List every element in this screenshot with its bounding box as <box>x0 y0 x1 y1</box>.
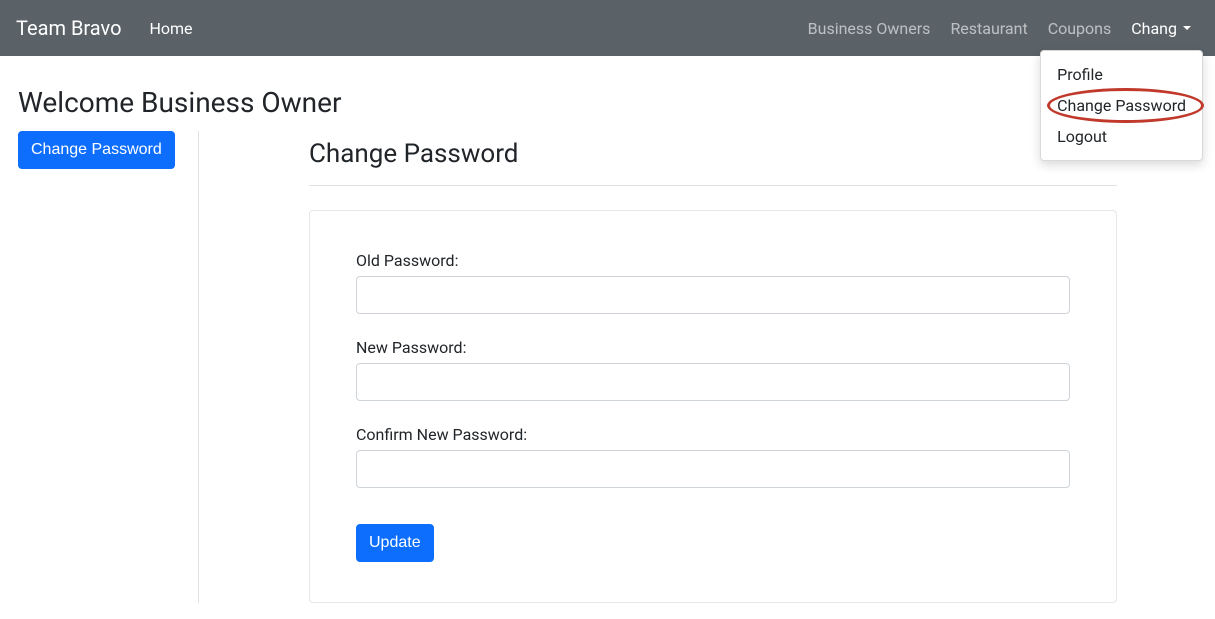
brand-link[interactable]: Team Bravo <box>16 16 121 40</box>
dropdown-profile[interactable]: Profile <box>1041 59 1202 90</box>
new-password-label: New Password: <box>356 338 1070 357</box>
nav-business-owners[interactable]: Business Owners <box>800 11 939 46</box>
form-card: Old Password: New Password: Confirm New … <box>309 210 1117 603</box>
nav-restaurant[interactable]: Restaurant <box>942 11 1035 46</box>
navbar: Team Bravo Home Business Owners Restaura… <box>0 0 1215 56</box>
confirm-password-input[interactable] <box>356 450 1070 488</box>
dropdown-change-password-label: Change Password <box>1057 96 1186 115</box>
layout: Change Password Change Password Old Pass… <box>18 131 1197 603</box>
update-button[interactable]: Update <box>356 524 434 562</box>
old-password-label: Old Password: <box>356 251 1070 270</box>
new-password-input[interactable] <box>356 363 1070 401</box>
sidebar-change-password-button[interactable]: Change Password <box>18 131 175 169</box>
nav-coupons[interactable]: Coupons <box>1040 11 1120 46</box>
form-group-old-password: Old Password: <box>356 251 1070 314</box>
divider <box>309 185 1117 186</box>
sidebar: Change Password <box>18 131 198 603</box>
page-title: Welcome Business Owner <box>18 86 1197 119</box>
form-group-confirm-password: Confirm New Password: <box>356 425 1070 488</box>
dropdown-change-password[interactable]: Change Password <box>1041 90 1202 121</box>
dropdown-logout[interactable]: Logout <box>1041 121 1202 152</box>
caret-down-icon <box>1183 26 1191 30</box>
confirm-password-label: Confirm New Password: <box>356 425 1070 444</box>
section-heading: Change Password <box>309 139 1117 169</box>
user-name: Chang <box>1131 19 1177 38</box>
user-dropdown-toggle[interactable]: Chang <box>1123 11 1199 46</box>
form-group-new-password: New Password: <box>356 338 1070 401</box>
submit-row: Update <box>356 524 1070 562</box>
old-password-input[interactable] <box>356 276 1070 314</box>
main-panel: Change Password Old Password: New Passwo… <box>198 131 1197 603</box>
page-content: Welcome Business Owner Change Password C… <box>0 56 1215 619</box>
user-dropdown-menu: Profile Change Password Logout <box>1040 50 1203 161</box>
nav-home[interactable]: Home <box>141 11 200 46</box>
